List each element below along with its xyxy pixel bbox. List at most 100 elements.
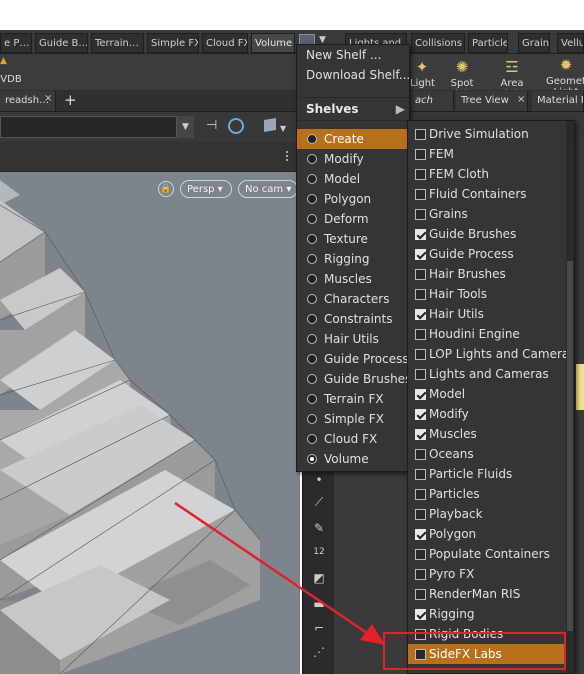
tab-material-palette[interactable]: Material Pa [532,91,584,111]
grid-icon[interactable]: ⋰ [311,644,327,660]
shelf-tab[interactable]: Particles [468,33,508,53]
checkbox[interactable] [415,309,426,320]
checkbox[interactable] [415,549,426,560]
number-tool-icon[interactable]: 12 [311,544,327,560]
shelf-tab[interactable]: Collisions [411,33,465,53]
checkbox[interactable] [415,269,426,280]
shelf-radio-item[interactable]: Rigging [297,249,409,269]
checkbox[interactable] [415,469,426,480]
scrollbar-thumb[interactable] [567,261,573,631]
brush-icon[interactable]: ⟋ [311,494,327,510]
shelf-toggle-item[interactable]: Populate Containers [408,544,568,564]
shelf-toggle-item[interactable]: Particle Fluids [408,464,568,484]
tab-partial[interactable]: ach [410,91,454,111]
corner-icon[interactable]: ⌐ [311,620,327,636]
snap-icon[interactable] [228,118,244,134]
radio-button[interactable] [307,134,317,144]
shelf-toggle-item[interactable]: LOP Lights and Cameras [408,344,574,364]
shelf-radio-item[interactable]: Simple FX [297,409,409,429]
shelf-radio-item[interactable]: Hair Utils [297,329,409,349]
radio-button[interactable] [307,454,317,464]
checkbox[interactable] [415,529,426,540]
persp-menu[interactable]: Persp ▾ [180,180,232,198]
radio-button[interactable] [307,254,317,264]
radio-button[interactable] [307,294,317,304]
shelf-toggle-item[interactable]: Lights and Cameras [408,364,568,384]
checkbox[interactable] [415,609,426,620]
shelf-toggle-item[interactable]: Pyro FX [408,564,568,584]
shelf-toggle-item[interactable]: Oceans [408,444,568,464]
checkbox[interactable] [415,169,426,180]
shelf-toggle-item[interactable]: Houdini Engine [408,324,568,344]
shelf-radio-item[interactable]: Texture [297,229,409,249]
tool-light[interactable]: ✦ Light [410,58,435,89]
scene-viewport[interactable] [0,172,300,674]
shelf-tab-volume[interactable]: Volume [251,33,295,53]
checkbox[interactable] [415,249,426,260]
new-shelf-item[interactable]: New Shelf ... [297,45,409,65]
shelf-toggle-item[interactable]: Grains [408,204,568,224]
camera-box-icon[interactable] [264,117,276,133]
pin-icon[interactable]: ⊣ [206,118,217,133]
shelf-toggle-item[interactable]: Guide Brushes [408,224,568,244]
chevron-down-icon[interactable]: ▼ [280,124,286,133]
shelf-toggle-item[interactable]: FEM [408,144,568,164]
scrollbar[interactable] [566,121,574,673]
shelf-toggle-item[interactable]: Playback [408,504,568,524]
checkbox[interactable] [415,369,426,380]
pen-icon[interactable]: ✎ [311,520,327,536]
shelf-radio-item[interactable]: Model [297,169,409,189]
shelf-toggle-item[interactable]: Drive Simulation [408,124,568,144]
shelf-radio-item[interactable]: Terrain FX [297,389,409,409]
shelf-tab[interactable]: Vellum [557,33,584,53]
close-icon[interactable]: × [517,94,525,105]
checkbox[interactable] [415,349,426,360]
shelf-toggle-item[interactable]: Hair Utils [408,304,568,324]
checkbox[interactable] [415,209,426,220]
checkbox[interactable] [415,329,426,340]
radio-button[interactable] [307,174,317,184]
path-field[interactable] [0,116,194,138]
checkbox[interactable] [415,409,426,420]
download-shelf-item[interactable]: Download Shelf... [297,65,410,85]
shelf-tab[interactable]: Grains [518,33,550,53]
radio-button[interactable] [307,394,317,404]
radio-button[interactable] [307,234,317,244]
radio-button[interactable] [307,214,317,224]
shelf-radio-item[interactable]: Cloud FX [297,429,409,449]
shelf-radio-item[interactable]: Guide Process [297,349,409,369]
shelves-submenu-trigger[interactable]: Shelves ▶ [297,97,409,121]
radio-button[interactable] [307,374,317,384]
checkbox[interactable] [415,229,426,240]
shelf-tab[interactable]: Cloud FX [202,33,248,53]
chevron-down-icon[interactable]: ▼ [176,116,194,138]
shelf-toggle-item[interactable]: RenderMan RIS [408,584,568,604]
shelf-radio-item[interactable]: Guide Brushes [297,369,411,389]
radio-button[interactable] [307,154,317,164]
radio-button[interactable] [307,194,317,204]
shelf-tab[interactable]: Guide B… [35,33,88,53]
shelf-toggle-item[interactable]: Particles [408,484,568,504]
add-tab-icon[interactable]: + [64,91,77,109]
shelf-radio-item[interactable]: Volume [297,449,409,469]
ruler-icon[interactable]: ◩ [311,570,327,586]
dot-icon[interactable]: • [311,472,327,488]
checkbox[interactable] [415,129,426,140]
shelf-toggle-item[interactable]: Hair Brushes [408,264,568,284]
radio-button[interactable] [307,414,317,424]
tool-vdb[interactable]: VDB [0,74,22,85]
checkbox[interactable] [415,589,426,600]
shelf-toggle-item[interactable]: Modify [408,404,568,424]
radio-button[interactable] [307,314,317,324]
shelf-tab[interactable]: e P… [0,33,32,53]
lock-icon[interactable]: 🔒 [158,181,174,197]
checkbox[interactable] [415,509,426,520]
shelf-toggle-item[interactable]: Muscles [408,424,568,444]
radio-button[interactable] [307,354,317,364]
shelf-toggle-item[interactable]: Guide Process [408,244,568,264]
checkbox[interactable] [415,569,426,580]
shelf-radio-item[interactable]: Modify [297,149,409,169]
shelf-toggle-item[interactable]: Model [408,384,568,404]
camera-menu[interactable]: No cam ▾ [238,180,298,198]
shelf-toggle-item[interactable]: Hair Tools [408,284,568,304]
